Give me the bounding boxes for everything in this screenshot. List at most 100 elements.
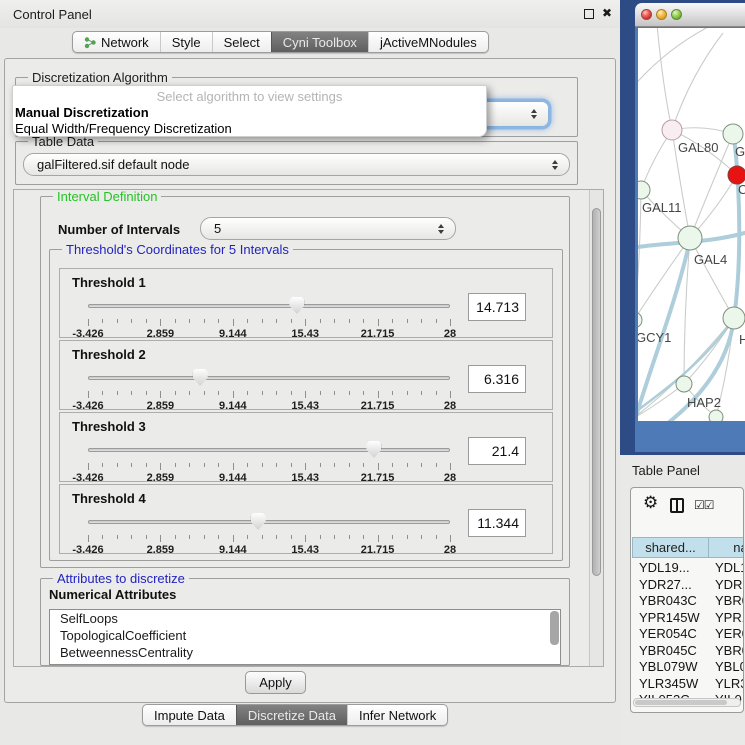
threshold-slider[interactable]: -3.4262.8599.14415.4321.71528	[88, 295, 450, 339]
tick-mark	[189, 535, 190, 539]
split-columns-icon[interactable]	[670, 498, 684, 513]
table-row[interactable]: YBR045CYBR0	[632, 643, 744, 660]
tab-style[interactable]: Style	[160, 32, 212, 52]
float-icon[interactable]	[584, 9, 594, 19]
node-label-ga: GA	[735, 144, 745, 159]
tab-infer-network[interactable]: Infer Network	[347, 705, 447, 725]
tick-mark	[102, 391, 103, 395]
slider-scale-labels: -3.4262.8599.14415.4321.71528	[88, 472, 450, 484]
close-icon[interactable]: ✖	[602, 6, 612, 20]
zoom-traffic-light-icon[interactable]	[671, 9, 682, 20]
network-window-titlebar[interactable]	[635, 3, 745, 27]
attribute-item-selfloops[interactable]: SelfLoops	[50, 610, 560, 627]
scrollbar-thumb[interactable]	[592, 208, 601, 576]
minimize-traffic-light-icon[interactable]	[656, 9, 667, 20]
network-canvas[interactable]: GAL80GAL11GAL4GCY1HAP2GACH	[638, 28, 745, 421]
intervals-combobox[interactable]: 5	[200, 217, 456, 240]
scale-label: -3.426	[72, 544, 103, 556]
scale-label: 28	[444, 544, 456, 556]
tick-mark	[233, 535, 234, 542]
tab-discretize-data[interactable]: Discretize Data	[236, 705, 347, 725]
table-row[interactable]: YER054CYER0	[632, 626, 744, 643]
tab-select[interactable]: Select	[212, 32, 271, 52]
close-traffic-light-icon[interactable]	[641, 9, 652, 20]
popup-option-equal-width-frequency[interactable]: Equal Width/Frequency Discretization	[15, 121, 232, 136]
column-header-name[interactable]: name	[709, 537, 744, 558]
table-row[interactable]: YDR27...YDR2	[632, 577, 744, 594]
cell-shared-name: YER054C	[632, 626, 711, 643]
tick-mark	[131, 463, 132, 467]
scale-label: 15.43	[291, 544, 319, 556]
slider-thumb[interactable]	[193, 369, 208, 386]
tick-mark	[88, 391, 89, 398]
threshold-value-field[interactable]: 6.316	[468, 365, 526, 393]
popup-option-manual-discretization[interactable]: Manual Discretization	[15, 105, 149, 120]
tick-mark	[349, 535, 350, 539]
tick-mark	[146, 391, 147, 395]
table-data-combobox[interactable]: galFiltered.sif default node	[23, 153, 570, 176]
threshold-slider[interactable]: -3.4262.8599.14415.4321.71528	[88, 439, 450, 483]
tick-mark	[392, 463, 393, 467]
select-columns-icon[interactable]: ☑☑	[694, 498, 714, 512]
slider-thumb[interactable]	[289, 297, 304, 314]
table-row[interactable]: YBL079WYBL0	[632, 659, 744, 676]
node-gal11[interactable]	[638, 181, 650, 199]
threshold-value-field[interactable]: 14.713	[468, 293, 526, 321]
node[interactable]	[723, 307, 745, 329]
list-scrollbar[interactable]	[550, 611, 559, 645]
tick-mark	[363, 319, 364, 323]
slider-track[interactable]	[88, 448, 450, 452]
tick-mark	[349, 463, 350, 467]
slider-scale-labels: -3.4262.8599.14415.4321.71528	[88, 544, 450, 556]
apply-button[interactable]: Apply	[245, 671, 306, 694]
node-hap2[interactable]	[676, 376, 692, 392]
threshold-slider[interactable]: -3.4262.8599.14415.4321.71528	[88, 367, 450, 411]
horizontal-scrollbar[interactable]	[633, 698, 741, 707]
tab-jactivemnodules[interactable]: jActiveMNodules	[368, 32, 488, 52]
numerical-attributes-list[interactable]: SelfLoopsTopologicalCoefficientBetweenne…	[49, 609, 561, 665]
settings-scroll-area: Interval Definition Number of Intervals …	[13, 189, 604, 667]
tab-impute-data[interactable]: Impute Data	[143, 705, 236, 725]
table-row[interactable]: YPR145WYPR1	[632, 610, 744, 627]
table-row[interactable]: YBR043CYBR0	[632, 593, 744, 610]
app-root: Control Panel ✖ NetworkStyleSelectCyni T…	[0, 0, 745, 745]
table-row[interactable]: YDL19...YDL1	[632, 560, 744, 577]
scale-label: 9.144	[219, 472, 247, 484]
slider-ticks	[88, 319, 450, 327]
tab-network[interactable]: Network	[73, 32, 160, 52]
tick-mark	[421, 319, 422, 323]
slider-track[interactable]	[88, 520, 450, 524]
slider-track[interactable]	[88, 376, 450, 380]
slider-thumb[interactable]	[251, 513, 266, 530]
cell-name: YDL1	[711, 560, 744, 577]
node[interactable]	[723, 124, 743, 144]
threshold-value-field[interactable]: 11.344	[468, 509, 526, 537]
tick-mark	[407, 319, 408, 323]
tab-cyni-toolbox[interactable]: Cyni Toolbox	[271, 32, 368, 52]
tick-mark	[247, 319, 248, 323]
slider-thumb[interactable]	[366, 441, 381, 458]
table-row[interactable]: YLR345WYLR3	[632, 676, 744, 693]
cell-name: YPR1	[711, 610, 744, 627]
slider-track[interactable]	[88, 304, 450, 308]
thresholds-group: Threshold's Coordinates for 5 Intervals …	[49, 249, 563, 561]
node-gcy1[interactable]	[638, 312, 642, 328]
tick-mark	[450, 463, 451, 470]
tick-mark	[276, 391, 277, 395]
attributes-group: Attributes to discretize Numerical Attri…	[40, 578, 570, 666]
column-header-shared-name[interactable]: shared...	[632, 537, 709, 558]
threshold-value-field[interactable]: 21.4	[468, 437, 526, 465]
scrollbar-thumb[interactable]	[635, 700, 727, 705]
attribute-item-betweennesscentrality[interactable]: BetweennessCentrality	[50, 644, 560, 661]
attribute-item-topologicalcoefficient[interactable]: TopologicalCoefficient	[50, 627, 560, 644]
control-panel: Control Panel ✖ NetworkStyleSelectCyni T…	[0, 0, 620, 745]
vertical-scrollbar[interactable]	[589, 190, 603, 666]
node-gal4[interactable]	[678, 226, 702, 250]
threshold-slider[interactable]: -3.4262.8599.14415.4321.71528	[88, 511, 450, 555]
tick-mark	[276, 319, 277, 323]
table-panel-title: Table Panel	[632, 463, 700, 478]
node[interactable]	[709, 410, 723, 421]
tick-mark	[436, 319, 437, 323]
gear-icon[interactable]: ⚙	[643, 493, 658, 513]
node-gal80[interactable]	[662, 120, 682, 140]
